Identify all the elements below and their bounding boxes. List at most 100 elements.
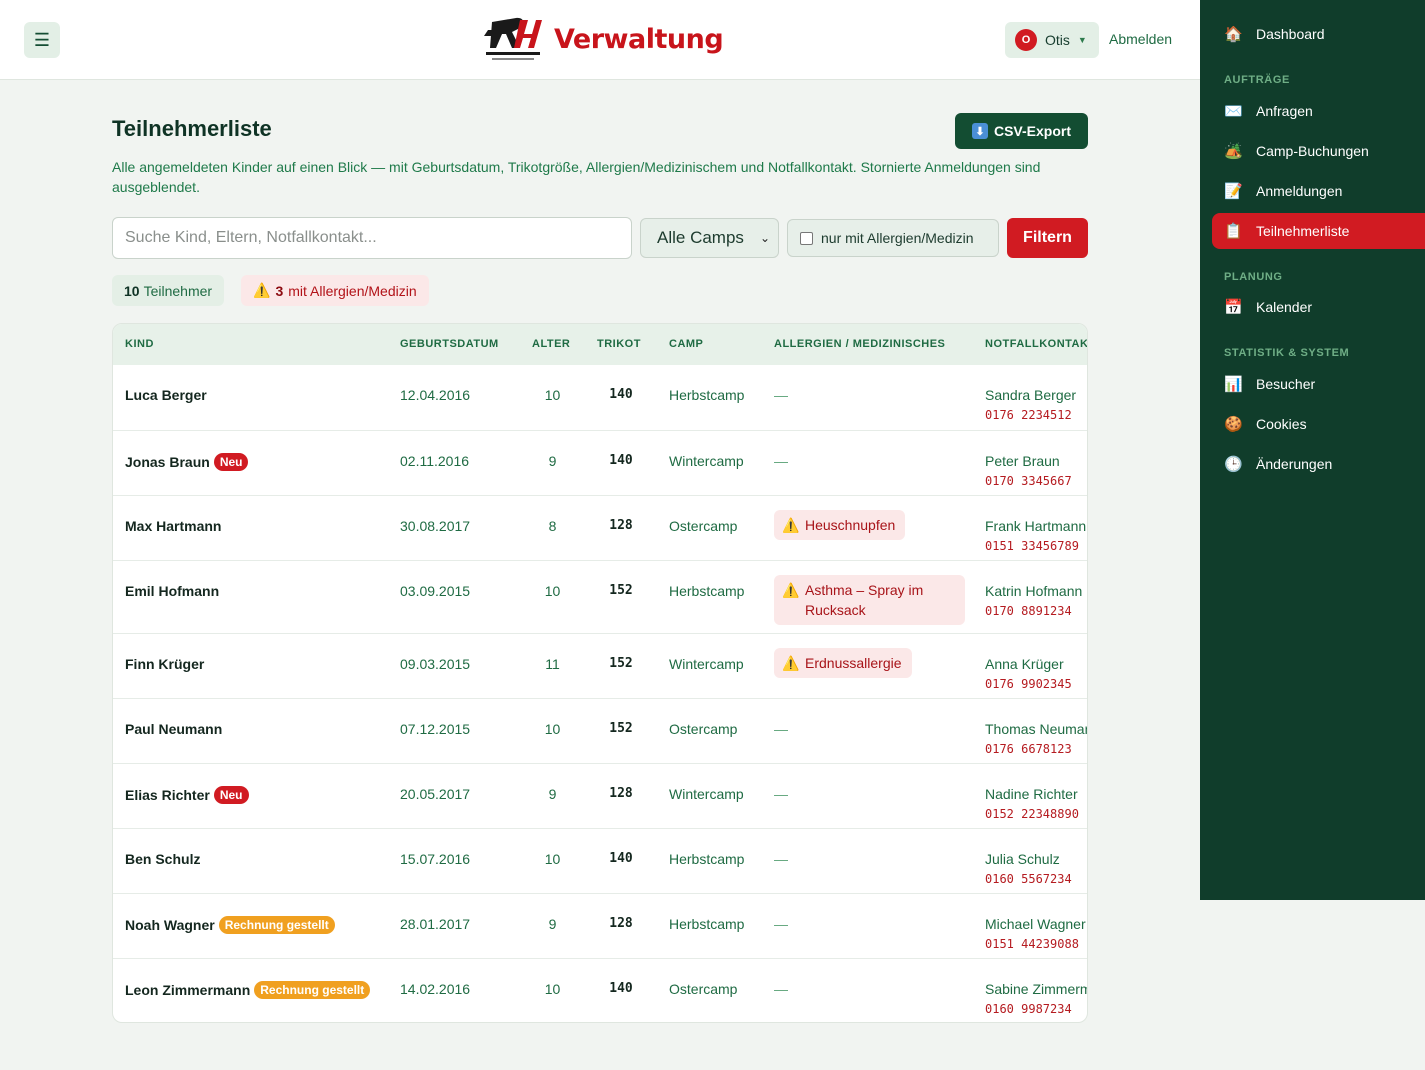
sidebar-item-kalender[interactable]: 📅 Kalender (1212, 289, 1425, 325)
participant-count-label: Teilnehmer (143, 282, 213, 299)
contact-phone[interactable]: 0176 2234512 (985, 405, 1076, 425)
sidebar-item-besucher[interactable]: 📊 Besucher (1212, 366, 1425, 402)
column-header-contact[interactable]: NOTFALLKONTAKT (985, 338, 1087, 350)
column-header-kind[interactable]: KIND (125, 338, 154, 350)
status-badge: Neu (213, 453, 249, 471)
contact-phone[interactable]: 0151 44239088 (985, 934, 1086, 954)
envelope-icon: ✉️ (1224, 103, 1243, 120)
contact-phone[interactable]: 0176 6678123 (985, 739, 1087, 759)
birth-date: 20.05.2017 (400, 786, 471, 802)
child-name-cell: Ben Schulz (125, 851, 200, 867)
birth-date: 07.12.2015 (400, 721, 471, 737)
column-header-age[interactable]: ALTER (532, 338, 570, 350)
allergy-filter-label: nur mit Allergien/Medizin (821, 230, 974, 246)
status-badge: Rechnung gestellt (254, 981, 371, 999)
age: 8 (548, 518, 557, 534)
contact-phone[interactable]: 0152 22348890 (985, 804, 1079, 824)
contact-phone[interactable]: 0170 3345667 (985, 471, 1072, 491)
table-row[interactable]: Finn Krüger 09.03.2015 11 152 Wintercamp ⚠️ Er… (113, 633, 1087, 698)
child-name: Emil Hofmann (125, 583, 220, 599)
child-name: Finn Krüger (125, 656, 205, 672)
top-header: ☰ Verwaltung O Otis ▼ Abmelden (0, 0, 1200, 80)
sidebar-item-label: Änderungen (1256, 456, 1333, 472)
brand-title: Verwaltung (554, 23, 724, 55)
contact-phone[interactable]: 0170 8891234 (985, 601, 1082, 621)
camp-select[interactable]: Alle Camps ⌄ (640, 218, 779, 258)
sidebar-item-aenderungen[interactable]: 🕒 Änderungen (1212, 446, 1425, 482)
csv-export-button[interactable]: ⬇ CSV-Export (955, 113, 1088, 149)
contact-phone[interactable]: 0176 9902345 (985, 674, 1072, 694)
caret-down-icon: ▼ (1077, 35, 1087, 45)
age: 9 (548, 786, 557, 802)
column-header-camp[interactable]: CAMP (669, 338, 703, 350)
table-row[interactable]: Ben Schulz 15.07.2016 10 140 Herbstcamp — Juli… (113, 828, 1087, 893)
sidebar-item-label: Kalender (1256, 299, 1313, 315)
camp-name: Wintercamp (669, 453, 744, 469)
status-badge: Neu (213, 786, 249, 804)
memo-icon: 📝 (1224, 183, 1243, 200)
table-row[interactable]: Max Hartmann 30.08.2017 8 128 Ostercamp ⚠️ Heu… (113, 495, 1087, 560)
contact-phone[interactable]: 0151 33456789 (985, 536, 1086, 556)
contact-name: Sabine Zimmermann (985, 981, 1087, 997)
child-name: Jonas Braun (125, 454, 210, 470)
camp-name: Ostercamp (669, 721, 738, 737)
camp-name: Herbstcamp (669, 583, 745, 599)
house-icon: 🏠 (1224, 26, 1243, 43)
sidebar-item-camp-buchungen[interactable]: 🏕️ Camp-Buchungen (1212, 133, 1425, 169)
sidebar-item-dashboard[interactable]: 🏠 Dashboard (1212, 16, 1425, 52)
shirt-size: 152 (609, 583, 633, 598)
column-header-medical[interactable]: ALLERGIEN / MEDIZINISCHES (774, 338, 945, 350)
emergency-contact: Frank Hartmann 0151 33456789 (985, 516, 1086, 556)
table-row[interactable]: Elias Richter Neu 20.05.2017 9 128 Wintercamp… (113, 763, 1087, 828)
contact-phone[interactable]: 0160 5567234 (985, 869, 1072, 889)
download-icon: ⬇ (971, 123, 988, 139)
cookie-icon: 🍪 (1224, 416, 1243, 433)
filter-button[interactable]: Filtern (1007, 218, 1088, 258)
clipboard-icon: 📋 (1224, 223, 1243, 240)
camping-icon: 🏕️ (1224, 143, 1243, 160)
contact-phone[interactable]: 0160 9987234 (985, 999, 1087, 1019)
child-name-cell: Luca Berger (125, 387, 207, 403)
warning-icon: ⚠️ (253, 282, 271, 298)
sidebar-item-label: Anfragen (1256, 103, 1313, 119)
search-input[interactable] (112, 217, 632, 259)
sidebar-item-teilnehmerliste[interactable]: 📋 Teilnehmerliste (1212, 213, 1425, 249)
table-row[interactable]: Luca Berger 12.04.2016 10 140 Herbstcamp — San… (113, 365, 1087, 430)
sidebar-item-label: Cookies (1256, 416, 1307, 432)
medical-text: — (774, 387, 788, 403)
child-name: Max Hartmann (125, 518, 222, 534)
emergency-contact: Julia Schulz 0160 5567234 (985, 849, 1072, 889)
emergency-contact: Anna Krüger 0176 9902345 (985, 654, 1072, 694)
child-name: Leon Zimmermann (125, 982, 251, 998)
table-header: KIND GEBURTSDATUM ALTER TRIKOT CAMP ALLE… (113, 324, 1087, 365)
allergy-checkbox[interactable] (800, 231, 813, 245)
table-row[interactable]: Paul Neumann 07.12.2015 10 152 Ostercamp — Tho… (113, 698, 1087, 763)
child-name-cell: Leon Zimmermann Rechnung gestellt (125, 981, 371, 999)
sidebar-item-cookies[interactable]: 🍪 Cookies (1212, 406, 1425, 442)
table-row[interactable]: Jonas Braun Neu 02.11.2016 9 140 Wintercamp — P… (113, 430, 1087, 495)
status-badge: Rechnung gestellt (218, 916, 335, 934)
table-row[interactable]: Emil Hofmann 03.09.2015 10 152 Herbstcamp ⚠️ A… (113, 560, 1087, 633)
column-header-dob[interactable]: GEBURTSDATUM (400, 338, 499, 350)
sidebar-item-label: Camp-Buchungen (1256, 143, 1369, 159)
age: 10 (544, 387, 561, 403)
logout-link[interactable]: Abmelden (1109, 31, 1172, 47)
contact-name: Anna Krüger (985, 656, 1064, 672)
table-row[interactable]: Leon Zimmermann Rechnung gestellt 14.02.20… (113, 958, 1087, 1022)
child-name-cell: Emil Hofmann (125, 583, 219, 599)
user-menu[interactable]: O Otis ▼ (1005, 22, 1099, 58)
allergy-filter-toggle[interactable]: nur mit Allergien/Medizin (787, 219, 999, 257)
birth-date: 03.09.2015 (400, 583, 471, 599)
emergency-contact: Nadine Richter 0152 22348890 (985, 784, 1079, 824)
sidebar-item-label: Anmeldungen (1256, 183, 1343, 199)
brand[interactable]: Verwaltung (482, 14, 724, 64)
shirt-size: 152 (609, 656, 633, 671)
contact-name: Peter Braun (985, 453, 1060, 469)
medical-tag: ⚠️ Erdnussallergie (774, 648, 912, 678)
menu-toggle-button[interactable]: ☰ (24, 22, 60, 58)
table-row[interactable]: Noah Wagner Rechnung gestellt 28.01.2017 9 1… (113, 893, 1087, 958)
sidebar-item-anfragen[interactable]: ✉️ Anfragen (1212, 93, 1425, 129)
child-name: Noah Wagner (125, 917, 215, 933)
sidebar-item-anmeldungen[interactable]: 📝 Anmeldungen (1212, 173, 1425, 209)
column-header-shirt[interactable]: TRIKOT (597, 338, 641, 350)
